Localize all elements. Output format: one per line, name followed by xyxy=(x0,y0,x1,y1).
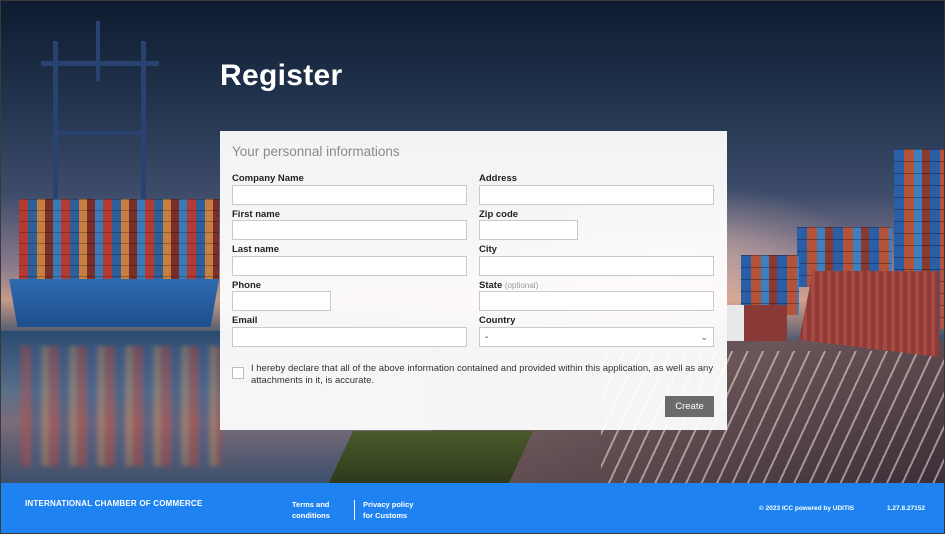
company-name-input[interactable] xyxy=(232,185,467,205)
page-title: Register xyxy=(220,59,343,92)
zip-code-label: Zip code xyxy=(479,209,519,220)
footer-organization: INTERNATIONAL CHAMBER OF COMMERCE xyxy=(25,499,203,508)
privacy-link-line-1: Privacy policy xyxy=(363,500,414,509)
state-optional-hint: (optional) xyxy=(504,281,539,290)
terms-link-line-2: conditions xyxy=(292,511,330,520)
footer-divider xyxy=(354,500,355,520)
company-name-label: Company Name xyxy=(232,173,304,184)
phone-label: Phone xyxy=(232,280,262,291)
footer-copyright: © 2023 ICC powered by UDITIS xyxy=(759,505,855,512)
privacy-link[interactable]: Privacy policy for Customs xyxy=(363,499,413,521)
declaration-text: I hereby declare that all of the above i… xyxy=(251,363,714,386)
zip-code-input[interactable] xyxy=(479,220,578,240)
last-name-label: Last name xyxy=(232,244,279,255)
country-selected-value: - xyxy=(485,331,489,343)
last-name-input[interactable] xyxy=(232,256,467,276)
first-name-input[interactable] xyxy=(232,220,467,240)
country-label: Country xyxy=(479,315,516,326)
first-name-label: First name xyxy=(232,209,281,220)
terms-link-line-1: Terms and xyxy=(292,500,330,509)
footer: INTERNATIONAL CHAMBER OF COMMERCE Terms … xyxy=(1,483,944,533)
city-input[interactable] xyxy=(479,256,714,276)
address-label: Address xyxy=(479,173,518,184)
state-label: State (optional) xyxy=(479,280,538,291)
crane-boom xyxy=(96,21,100,81)
email-input[interactable] xyxy=(232,327,467,347)
truck xyxy=(727,305,787,341)
chevron-down-icon: ⌄ xyxy=(700,331,708,342)
footer-version: 1.27.8.27152 xyxy=(887,505,925,512)
state-input[interactable] xyxy=(479,291,714,311)
grass xyxy=(328,431,534,483)
phone-input[interactable] xyxy=(232,291,331,311)
water-reflection xyxy=(21,346,221,466)
country-select[interactable]: - ⌄ xyxy=(479,327,714,347)
terms-link[interactable]: Terms and conditions xyxy=(292,499,330,521)
crane-beam xyxy=(41,61,159,66)
state-label-text: State xyxy=(479,280,503,291)
form-heading: Your personnal informations xyxy=(232,144,400,159)
crane-cross xyxy=(53,131,146,135)
email-label: Email xyxy=(232,315,258,326)
ship-containers xyxy=(19,199,219,281)
create-button[interactable]: Create xyxy=(665,396,714,417)
privacy-link-line-2: for Customs xyxy=(363,511,408,520)
city-label: City xyxy=(479,244,497,255)
declaration-checkbox[interactable] xyxy=(232,367,244,379)
registration-form: Your personnal informations Company Name… xyxy=(220,131,727,430)
address-input[interactable] xyxy=(479,185,714,205)
page-frame: Register Your personnal informations Com… xyxy=(0,0,945,534)
ship-hull xyxy=(9,279,219,327)
